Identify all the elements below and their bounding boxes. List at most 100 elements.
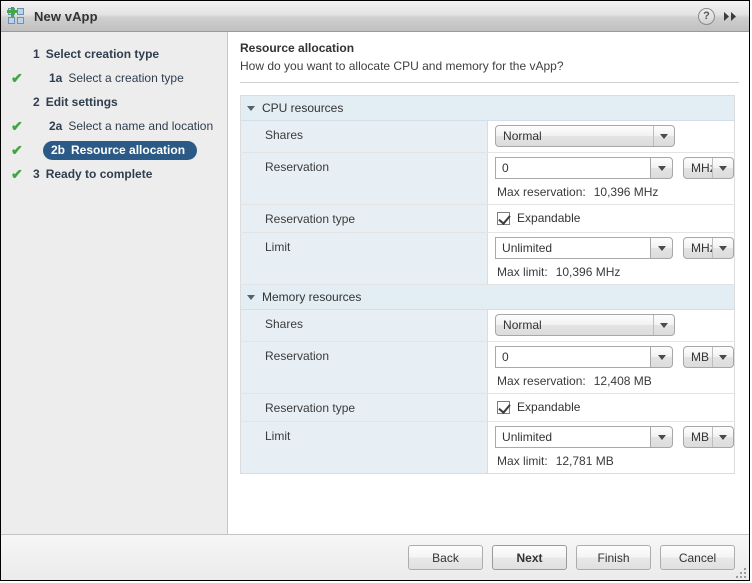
back-button[interactable]: Back [408, 545, 483, 570]
step-check-icon: ✔ [11, 166, 23, 182]
new-vapp-dialog: New vApp ? 1 Select creation type ✔ 1a S… [0, 0, 750, 581]
dialog-body: 1 Select creation type ✔ 1a Select a cre… [1, 32, 750, 534]
memory-max-reservation-value: 12,408 MB [593, 374, 652, 388]
cpu-expandable-label: Expandable [517, 211, 581, 225]
cpu-limit-unit-select[interactable]: MHz [683, 237, 735, 259]
cpu-shares-select[interactable]: Normal [495, 125, 676, 147]
sidebar-item-select-a-creation-type[interactable]: ✔ 1a Select a creation type [1, 66, 227, 90]
cpu-reservation-input[interactable]: 0 [495, 157, 651, 179]
cpu-limit-unit-value: MHz [691, 241, 712, 255]
memory-reservation-unit-select[interactable]: MB [683, 346, 735, 368]
expand-chevron-icon[interactable] [723, 11, 739, 22]
memory-max-limit-value: 12,781 MB [555, 454, 614, 468]
memory-shares-select[interactable]: Normal [495, 314, 676, 336]
memory-max-limit: Max limit: 12,781 MB [495, 454, 734, 468]
memory-shares-label: Shares [240, 309, 489, 342]
chevron-down-icon[interactable] [247, 294, 255, 300]
cpu-reservation-label: Reservation [240, 152, 489, 205]
chevron-down-icon [712, 238, 733, 258]
row-memory-reservation-type: Reservation type Expandable [240, 393, 735, 422]
chevron-down-icon[interactable] [247, 105, 255, 111]
title-bar: New vApp ? [1, 1, 749, 32]
step-number: 1 [33, 46, 40, 61]
row-cpu-reservation: Reservation 0 MHz [240, 152, 735, 205]
step-label: Edit settings [45, 94, 118, 109]
help-icon[interactable]: ? [698, 7, 715, 25]
cpu-max-reservation-label: Max reservation: [497, 185, 586, 199]
memory-reservation-unit-value: MB [691, 350, 710, 364]
content-panel: Resource allocation How do you want to a… [228, 32, 750, 534]
sidebar-item-resource-allocation[interactable]: ✔ 2b Resource allocation [1, 138, 227, 162]
step-check-icon: ✔ [11, 70, 23, 86]
page-title: Resource allocation [240, 41, 355, 55]
memory-limit-input[interactable]: Unlimited [495, 426, 651, 448]
cpu-reservation-unit-select[interactable]: MHz [683, 157, 735, 179]
memory-limit-label: Limit [240, 421, 489, 474]
section-header-memory-resources[interactable]: Memory resources [240, 284, 735, 310]
chevron-down-icon[interactable] [650, 426, 674, 448]
checkbox-checked-icon[interactable] [497, 211, 511, 225]
chevron-down-icon[interactable] [650, 346, 674, 368]
chevron-down-icon [712, 347, 733, 367]
step-number: 2b [51, 142, 66, 157]
memory-shares-value: Normal [503, 318, 542, 332]
cpu-max-reservation-value: 10,396 MHz [593, 185, 659, 199]
memory-reservation-type-label: Reservation type [240, 393, 489, 422]
window-title: New vApp [34, 8, 98, 24]
cpu-expandable-checkbox[interactable]: Expandable [495, 209, 734, 227]
chevron-down-icon[interactable] [650, 157, 674, 179]
step-label: Select a creation type [68, 70, 184, 85]
step-check-icon: ✔ [11, 142, 23, 158]
memory-reservation-label: Reservation [240, 341, 489, 394]
section-header-cpu-resources[interactable]: CPU resources [240, 95, 735, 121]
dialog-footer: Back Next Finish Cancel [1, 534, 749, 580]
step-label: Ready to complete [45, 166, 153, 181]
row-memory-reservation: Reservation 0 MB Max reservation: 12,408… [240, 341, 735, 394]
memory-reservation-input[interactable]: 0 [495, 346, 651, 368]
memory-limit-unit-select[interactable]: MB [683, 426, 735, 448]
checkbox-checked-icon[interactable] [497, 400, 511, 414]
cpu-reservation-type-label: Reservation type [240, 204, 489, 233]
resource-allocation-form: CPU resources Shares Normal Reservation … [228, 83, 749, 534]
chevron-down-icon [712, 427, 733, 447]
finish-button[interactable]: Finish [576, 545, 651, 570]
cancel-button[interactable]: Cancel [660, 545, 735, 570]
row-memory-limit: Limit Unlimited MB Max limit: 12,781 MB [240, 421, 735, 474]
cpu-reservation-combo[interactable]: 0 [495, 157, 674, 179]
content-header: Resource allocation How do you want to a… [228, 32, 749, 73]
step-label: Select creation type [45, 46, 160, 61]
sidebar-item-edit-settings[interactable]: 2 Edit settings [1, 90, 227, 114]
memory-max-reservation: Max reservation: 12,408 MB [495, 374, 734, 388]
sidebar-item-select-a-name-and-location[interactable]: ✔ 2a Select a name and location [1, 114, 227, 138]
memory-max-limit-label: Max limit: [497, 454, 548, 468]
memory-limit-combo[interactable]: Unlimited [495, 426, 674, 448]
chevron-down-icon[interactable] [650, 237, 674, 259]
row-memory-shares: Shares Normal [240, 309, 735, 342]
resource-table: CPU resources Shares Normal Reservation … [240, 95, 736, 474]
memory-limit-unit-value: MB [691, 430, 710, 444]
sidebar-item-ready-to-complete[interactable]: ✔ 3 Ready to complete [1, 162, 227, 186]
step-number: 1a [49, 70, 63, 85]
vapp-icon [7, 6, 25, 25]
resize-grip[interactable] [734, 566, 746, 578]
memory-expandable-checkbox[interactable]: Expandable [495, 398, 734, 416]
cpu-max-limit-label: Max limit: [497, 265, 548, 279]
section-title-text: Memory resources [262, 290, 362, 304]
chevron-down-icon [653, 126, 674, 146]
step-label: Resource allocation [71, 142, 186, 157]
step-label: Select a name and location [68, 118, 214, 133]
sidebar-item-select-creation-type[interactable]: 1 Select creation type [1, 42, 227, 66]
next-button[interactable]: Next [492, 545, 567, 570]
cpu-shares-value: Normal [503, 129, 542, 143]
cpu-max-limit: Max limit: 10,396 MHz [495, 265, 734, 279]
memory-expandable-label: Expandable [517, 400, 581, 414]
cpu-shares-label: Shares [240, 120, 489, 153]
cpu-limit-combo[interactable]: Unlimited [495, 237, 674, 259]
row-cpu-shares: Shares Normal [240, 120, 735, 153]
cpu-limit-input[interactable]: Unlimited [495, 237, 651, 259]
chevron-down-icon [712, 158, 733, 178]
memory-max-reservation-label: Max reservation: [497, 374, 586, 388]
step-number: 2a [49, 118, 63, 133]
memory-reservation-combo[interactable]: 0 [495, 346, 674, 368]
row-cpu-reservation-type: Reservation type Expandable [240, 204, 735, 233]
